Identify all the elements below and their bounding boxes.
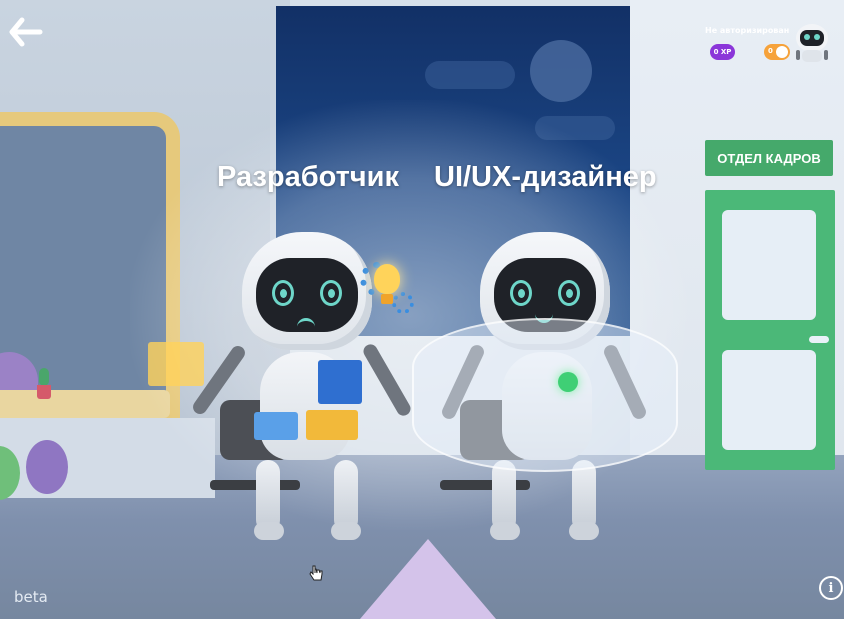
toggle-knob [776,46,788,58]
door-panel [722,210,816,320]
coins-toggle[interactable]: 0 [764,44,790,60]
chair-base [210,480,300,490]
floor-marker [360,539,496,619]
office-scene: ОТДЕЛ КАДРОВ [0,0,844,619]
door-handle [809,336,829,343]
beta-label: beta [14,588,48,606]
chair-base [440,480,530,490]
robot-avatar-icon [796,24,828,62]
robot-mouth [297,318,315,329]
plant-pot [37,385,51,399]
hr-door[interactable] [705,190,835,470]
hr-sign[interactable]: ОТДЕЛ КАДРОВ [705,140,833,176]
lightbulb-icon [374,264,400,294]
robot-foot [569,522,599,540]
robot-eye [272,280,294,306]
robot-face [256,258,358,332]
door-panel [722,350,816,450]
holo-window-card [148,342,204,386]
role-uiux-designer[interactable]: UI/UX-дизайнер [434,161,657,194]
robot-eye [320,280,342,306]
robot-foot [490,522,520,540]
lightbulb-base [381,294,393,304]
holo-blue-card [254,412,298,440]
holo-yellow-card [306,410,358,440]
holo-ring [412,318,678,472]
auth-status: Не авторизирован [705,26,790,35]
robot-head [242,232,372,350]
hand-cursor-icon [308,564,324,582]
robot-foot [254,522,284,540]
coins-count: 0 [768,47,773,55]
user-avatar[interactable] [794,22,830,64]
holo-indicator [558,372,578,392]
info-icon: i [828,580,834,596]
robot-foot [331,522,361,540]
arrow-left-icon [9,17,43,47]
decor-circle [26,440,68,494]
role-developer[interactable]: Разработчик [217,161,399,194]
robot-eye [558,280,580,306]
gear-icon [392,292,414,314]
back-button[interactable] [6,12,46,52]
cloud [425,61,515,89]
info-button[interactable]: i [819,576,843,600]
robot-eye [510,280,532,306]
holo-app-card [318,360,362,404]
plant [39,368,49,386]
xp-badge: 0 XP [710,44,735,60]
moon [530,40,592,102]
